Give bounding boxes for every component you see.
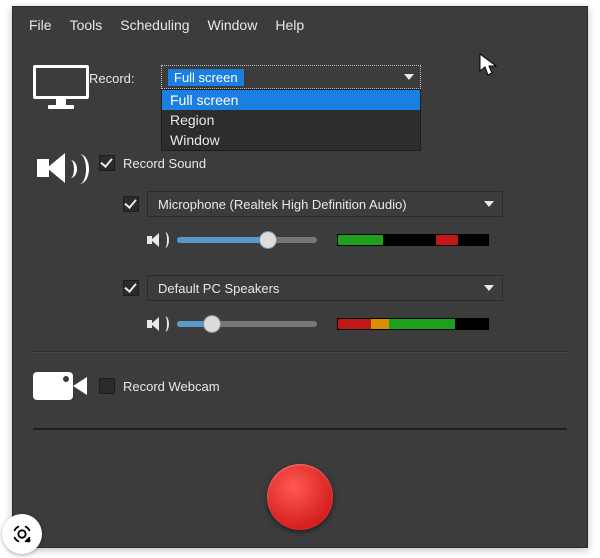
chevron-down-icon <box>484 201 494 207</box>
recorder-window: File Tools Scheduling Window Help Record… <box>12 6 588 548</box>
speakers-device-label: Default PC Speakers <box>158 281 279 296</box>
volume-icon <box>147 231 169 249</box>
record-mode-option[interactable]: Window <box>162 130 420 150</box>
microphone-level-meter <box>337 234 489 246</box>
record-mode-options: Full screenRegionWindow <box>161 89 421 151</box>
chevron-down-icon <box>484 285 494 291</box>
speakers-volume-slider[interactable] <box>177 321 317 327</box>
speakers-device-dropdown[interactable]: Default PC Speakers <box>147 275 503 301</box>
menu-bar: File Tools Scheduling Window Help <box>13 7 587 43</box>
monitor-icon <box>33 65 89 109</box>
microphone-device-label: Microphone (Realtek High Definition Audi… <box>158 197 407 212</box>
menu-file[interactable]: File <box>23 15 58 35</box>
speakers-enable-checkbox[interactable] <box>123 280 139 296</box>
chevron-down-icon <box>404 74 414 80</box>
webcam-icon <box>33 370 89 410</box>
record-label: Record: <box>89 65 161 86</box>
microphone-device-dropdown[interactable]: Microphone (Realtek High Definition Audi… <box>147 191 503 217</box>
record-mode-option[interactable]: Full screen <box>162 90 420 110</box>
menu-scheduling[interactable]: Scheduling <box>114 15 195 35</box>
speaker-icon <box>33 147 89 191</box>
record-sound-checkbox[interactable] <box>99 155 115 171</box>
menu-window[interactable]: Window <box>202 15 264 35</box>
menu-tools[interactable]: Tools <box>64 15 109 35</box>
volume-icon <box>147 315 169 333</box>
microphone-enable-checkbox[interactable] <box>123 196 139 212</box>
microphone-volume-slider[interactable] <box>177 237 317 243</box>
menu-help[interactable]: Help <box>269 15 310 35</box>
lens-badge-icon[interactable] <box>2 514 42 554</box>
record-button[interactable] <box>267 464 333 530</box>
record-mode-option[interactable]: Region <box>162 110 420 130</box>
record-webcam-checkbox[interactable] <box>99 378 115 394</box>
record-webcam-label: Record Webcam <box>123 379 220 394</box>
speakers-level-meter <box>337 318 489 330</box>
record-mode-dropdown[interactable]: Full screen Full screenRegionWindow <box>161 65 421 89</box>
record-sound-label: Record Sound <box>123 156 206 171</box>
record-mode-selected: Full screen <box>168 69 244 86</box>
